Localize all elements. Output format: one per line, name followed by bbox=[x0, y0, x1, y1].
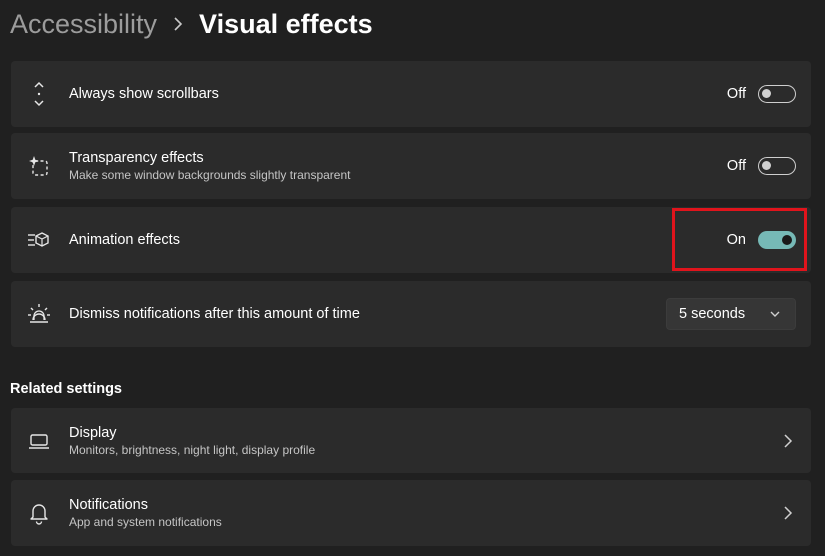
setting-title: Dismiss notifications after this amount … bbox=[69, 306, 360, 322]
page-title: Visual effects bbox=[199, 8, 373, 39]
setting-text: Display Monitors, brightness, night ligh… bbox=[69, 425, 315, 457]
chevron-right-icon bbox=[783, 433, 793, 448]
scrollbars-toggle-group: Off bbox=[727, 85, 796, 103]
scrollbars-toggle[interactable] bbox=[758, 85, 796, 103]
setting-always-show-scrollbars[interactable]: Always show scrollbars Off bbox=[11, 61, 811, 127]
highlight-box bbox=[672, 208, 807, 271]
toggle-knob bbox=[762, 161, 771, 170]
setting-text: Dismiss notifications after this amount … bbox=[69, 306, 360, 322]
setting-text: Always show scrollbars bbox=[69, 86, 219, 102]
setting-subtitle: App and system notifications bbox=[69, 515, 222, 529]
setting-text: Transparency effects Make some window ba… bbox=[69, 150, 350, 182]
setting-title: Display bbox=[69, 424, 117, 441]
setting-title: Notifications bbox=[69, 497, 148, 513]
setting-title: Animation effects bbox=[69, 232, 180, 248]
related-display[interactable]: Display Monitors, brightness, night ligh… bbox=[11, 408, 811, 473]
toggle-knob bbox=[762, 89, 771, 98]
transparency-toggle-group: Off bbox=[727, 157, 796, 175]
bell-icon bbox=[26, 500, 52, 526]
breadcrumb-accessibility[interactable]: Accessibility bbox=[10, 9, 157, 40]
dismiss-time-dropdown[interactable]: 5 seconds bbox=[666, 298, 796, 330]
breadcrumb: Accessibility Visual effects bbox=[10, 4, 373, 44]
setting-text: Animation effects bbox=[69, 232, 180, 248]
scrollbar-icon bbox=[26, 81, 52, 107]
toggle-state-label: Off bbox=[726, 158, 746, 174]
chevron-right-icon bbox=[173, 17, 183, 31]
transparency-toggle[interactable] bbox=[758, 157, 796, 175]
setting-subtitle: Monitors, brightness, night light, displ… bbox=[69, 442, 316, 457]
dropdown-value: 5 seconds bbox=[679, 306, 746, 322]
toggle-state-label: Off bbox=[726, 86, 746, 102]
setting-title: Transparency effects bbox=[69, 150, 204, 166]
setting-title: Always show scrollbars bbox=[69, 86, 219, 102]
setting-text: Notifications App and system notificatio… bbox=[69, 497, 222, 529]
setting-subtitle: Make some window backgrounds slightly tr… bbox=[69, 168, 351, 182]
chevron-right-icon bbox=[783, 506, 793, 520]
related-notifications[interactable]: Notifications App and system notificatio… bbox=[11, 480, 811, 546]
setting-transparency-effects[interactable]: Transparency effects Make some window ba… bbox=[11, 133, 811, 199]
setting-dismiss-notifications[interactable]: Dismiss notifications after this amount … bbox=[11, 281, 811, 347]
laptop-icon bbox=[26, 428, 52, 454]
chevron-down-icon bbox=[769, 308, 781, 324]
animation-icon bbox=[26, 227, 52, 253]
related-settings-heading: Related settings bbox=[10, 381, 122, 397]
transparency-icon bbox=[26, 153, 52, 179]
sun-dim-icon bbox=[26, 301, 52, 327]
